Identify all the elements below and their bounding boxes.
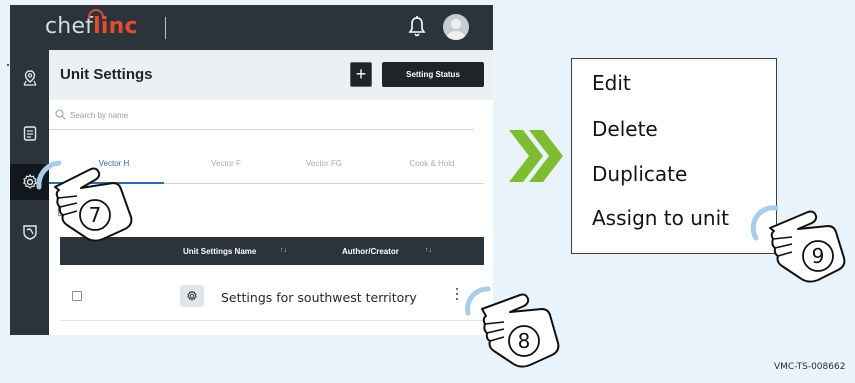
sidebar-item-location[interactable] [10,60,49,96]
pointing-hand-icon: 8 [465,286,560,368]
menu-item-assign-to-unit[interactable]: Assign to unit [592,206,729,230]
search-icon [55,109,66,120]
add-button[interactable]: + [350,62,372,87]
wifi-arc-icon [88,9,104,19]
user-avatar[interactable] [443,14,469,40]
clipboard-icon [23,126,36,141]
tab-cook-hold[interactable]: Cook & Hold [382,159,482,168]
search-input[interactable] [70,106,450,124]
tab-vector-fg[interactable]: Vector FG [274,159,374,168]
location-icon [22,70,37,86]
svg-text:7: 7 [89,203,102,227]
menu-item-edit[interactable]: Edit [592,71,631,95]
page-header: Unit Settings + Setting Status [49,50,493,100]
bell-icon[interactable] [407,15,427,39]
gear-icon [187,290,197,301]
svg-text:9: 9 [812,244,825,268]
setting-status-button[interactable]: Setting Status [382,62,484,87]
sidebar-item-reports[interactable] [10,115,49,151]
logo-prefix: chef [45,14,94,39]
logo-divider [165,17,166,39]
double-chevron-right-icon [509,130,563,182]
stray-dot [7,64,9,66]
top-bar: cheflinc [10,5,493,50]
tab-vector-f[interactable]: Vector F [176,159,276,168]
pointing-hand-icon: 9 [750,205,846,283]
menu-item-delete[interactable]: Delete [592,117,658,141]
settings-chip [180,285,204,307]
search-bar [49,100,474,130]
column-header-author[interactable]: Author/Creator [342,247,399,256]
column-header-name[interactable]: Unit Settings Name [183,247,256,256]
sort-name-icon[interactable]: ↑↓ [280,247,287,254]
menu-item-duplicate[interactable]: Duplicate [592,162,687,186]
row-checkbox[interactable] [72,291,82,301]
page-title: Unit Settings [60,66,153,83]
pointing-hand-icon: 7 [36,160,133,242]
svg-text:8: 8 [518,329,531,353]
sort-author-icon[interactable]: ↑↓ [425,247,432,254]
table-row[interactable]: Settings for southwest territory [60,275,484,321]
document-code: VMC-TS-008662 [774,362,846,372]
row-settings-name: Settings for southwest territory [221,290,417,305]
